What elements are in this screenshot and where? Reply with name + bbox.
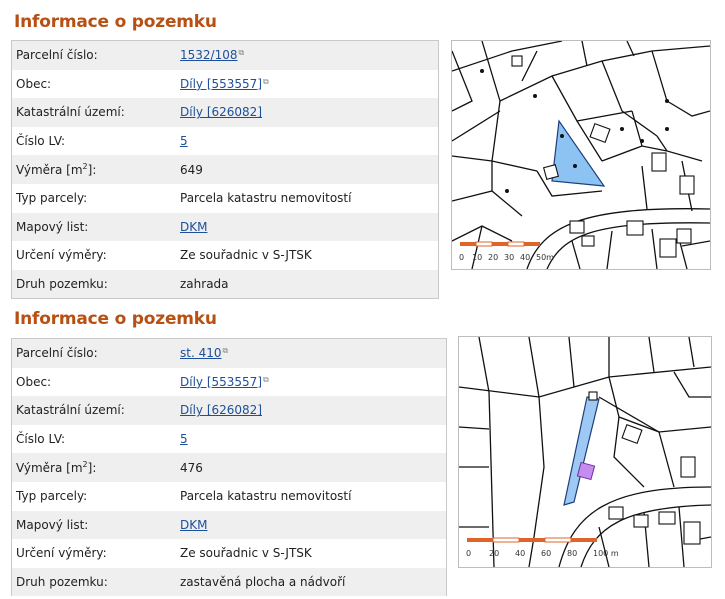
info-label: Typ parcely: [16, 489, 88, 504]
scale-labels: 0 20 40 60 80 100 m [466, 549, 619, 558]
info-label: Číslo LV: [16, 432, 66, 447]
info-label: Určení výměry: [16, 248, 107, 263]
info-value: zastavěná plocha a nádvoří [180, 575, 346, 590]
info-value-link[interactable]: 1532/108 [180, 48, 238, 62]
scale-label: 40 [520, 253, 530, 262]
info-label: Obec: [16, 76, 52, 91]
info-row: Parcelní číslo: 1532/108⧉ [12, 41, 438, 70]
info-value: zahrada [180, 277, 229, 292]
info-row: Určení výměry: Ze souřadnic v S-JTSK [12, 241, 438, 270]
info-value: Parcela katastru nemovitostí [180, 191, 352, 206]
info-row: Druh pozemku: zahrada [12, 269, 438, 299]
info-label: Výměra [m2]: [16, 162, 97, 178]
info-value: DKM [180, 518, 446, 532]
info-label: Parcelní číslo: [16, 48, 98, 63]
info-row: Parcelní číslo: st. 410⧉ [12, 339, 446, 368]
parcel-info-table: Parcelní číslo: 1532/108⧉ Obec: Díly [55355… [11, 40, 439, 299]
info-value-link[interactable]: 5 [180, 134, 188, 148]
scale-label: 0 [459, 253, 464, 262]
info-value-link[interactable]: st. 410 [180, 346, 222, 360]
parcel-info-table: Parcelní číslo: st. 410⧉ Obec: Díly [553557… [11, 338, 447, 597]
info-row: Výměra [m2]: 649 [12, 155, 438, 184]
info-value: Díly [553557]⧉ [180, 77, 438, 91]
highlighted-building [576, 461, 596, 481]
info-label: Typ parcely: [16, 191, 88, 206]
info-label: Obec: [16, 374, 52, 389]
info-value: 5 [180, 134, 438, 148]
info-value: 5 [180, 432, 446, 446]
cadastral-map-svg: 0 20 40 60 80 100 m [459, 337, 711, 567]
info-value: Díly [626082] [180, 105, 438, 119]
scale-label: 50m [536, 253, 554, 262]
parcel-map[interactable]: 0 10 20 30 40 50m [451, 40, 711, 270]
external-link-icon[interactable]: ⧉ [239, 48, 245, 58]
info-row: Katastrální území: Díly [626082] [12, 98, 438, 127]
info-row: Mapový list: DKM [12, 212, 438, 242]
info-label: Mapový list: [16, 517, 89, 532]
parcel-map[interactable]: 0 20 40 60 80 100 m [458, 336, 712, 568]
info-value: st. 410⧉ [180, 346, 446, 360]
scale-label: 30 [504, 253, 514, 262]
info-value: 1532/108⧉ [180, 48, 438, 62]
info-row: Obec: Díly [553557]⧉ [12, 70, 438, 99]
scale-label: 80 [567, 549, 577, 558]
info-row: Číslo LV: 5 [12, 425, 446, 454]
info-value: Ze souřadnic v S-JTSK [180, 546, 312, 561]
info-value-link[interactable]: DKM [180, 220, 207, 234]
scale-label: 40 [515, 549, 525, 558]
info-value-link[interactable]: Díly [626082] [180, 105, 262, 119]
cadastral-map-svg: 0 10 20 30 40 50m [452, 41, 710, 269]
info-row: Číslo LV: 5 [12, 127, 438, 156]
info-value-link[interactable]: 5 [180, 432, 188, 446]
info-label: Katastrální území: [16, 105, 125, 120]
section-title: Informace o pozemku [14, 309, 217, 329]
info-value: Parcela katastru nemovitostí [180, 489, 352, 504]
info-label: Číslo LV: [16, 134, 66, 149]
info-row: Mapový list: DKM [12, 510, 446, 540]
external-link-icon[interactable]: ⧉ [263, 375, 269, 385]
scale-label: 10 [472, 253, 482, 262]
info-value-link[interactable]: DKM [180, 518, 207, 532]
info-value: 476 [180, 460, 203, 475]
info-value: 649 [180, 162, 203, 177]
section-title: Informace o pozemku [14, 12, 217, 32]
map-scale-bar [467, 537, 597, 543]
info-label: Mapový list: [16, 219, 89, 234]
map-scale-bar [460, 241, 540, 247]
info-label: Určení výměry: [16, 546, 107, 561]
info-row: Výměra [m2]: 476 [12, 453, 446, 482]
info-row: Typ parcely: Parcela katastru nemovitostí [12, 184, 438, 213]
scale-label: 60 [541, 549, 551, 558]
info-value: Díly [626082] [180, 403, 446, 417]
info-value-link[interactable]: Díly [553557] [180, 77, 262, 91]
info-value-link[interactable]: Díly [553557] [180, 375, 262, 389]
info-label: Katastrální území: [16, 403, 125, 418]
scale-label: 0 [466, 549, 471, 558]
info-value-link[interactable]: Díly [626082] [180, 403, 262, 417]
info-label: Druh pozemku: [16, 277, 108, 292]
scale-label: 100 m [593, 549, 619, 558]
info-row: Druh pozemku: zastavěná plocha a nádvoří [12, 567, 446, 597]
info-label: Druh pozemku: [16, 575, 108, 590]
info-value: Díly [553557]⧉ [180, 375, 446, 389]
info-row: Katastrální území: Díly [626082] [12, 396, 446, 425]
info-row: Určení výměry: Ze souřadnic v S-JTSK [12, 539, 446, 568]
scale-label: 20 [489, 549, 499, 558]
info-row: Typ parcely: Parcela katastru nemovitostí [12, 482, 446, 511]
scale-labels: 0 10 20 30 40 50m [459, 253, 554, 262]
external-link-icon[interactable]: ⧉ [263, 77, 269, 87]
info-value: Ze souřadnic v S-JTSK [180, 248, 312, 263]
scale-label: 20 [488, 253, 498, 262]
info-label: Parcelní číslo: [16, 346, 98, 361]
external-link-icon[interactable]: ⧉ [223, 346, 229, 356]
info-value: DKM [180, 220, 438, 234]
info-row: Obec: Díly [553557]⧉ [12, 368, 446, 397]
info-label: Výměra [m2]: [16, 460, 97, 476]
